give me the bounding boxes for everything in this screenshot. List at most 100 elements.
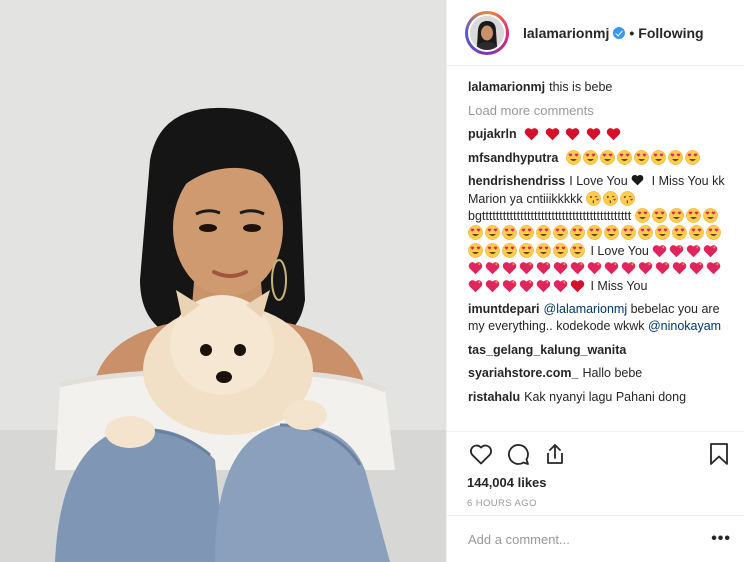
- heart-eyes-emoji-icon: [570, 225, 585, 241]
- heart-eyes-emoji-icon: [519, 225, 534, 241]
- header-username[interactable]: lalamarionmj: [523, 25, 609, 41]
- sparkling-heart-icon: [536, 261, 551, 275]
- comment-button[interactable]: [504, 440, 532, 468]
- heart-eyes-emoji-icon: [582, 149, 598, 165]
- heart-eyes-emoji-icon: [565, 149, 581, 165]
- comment-username[interactable]: mfsandhyputra: [468, 151, 558, 165]
- comment-text: Kak nyanyi lagu Pahani dong: [524, 389, 687, 404]
- post-photo[interactable]: [0, 0, 446, 562]
- header-text: lalamarionmj • Following: [523, 25, 704, 41]
- save-button[interactable]: [705, 440, 733, 468]
- heart-eyes-emoji-icon: [553, 242, 568, 258]
- heart-eyes-emoji-icon: [655, 225, 670, 241]
- kissing-face-emoji-icon: [620, 190, 635, 206]
- sparkling-heart-icon: [536, 279, 551, 293]
- heart-eyes-emoji-icon: [587, 225, 602, 241]
- kissing-face-emoji-icon: [586, 190, 601, 206]
- heart-eyes-emoji-icon: [706, 225, 721, 241]
- heart-eyes-emoji-icon: [689, 225, 704, 241]
- add-comment-bar: •••: [447, 515, 744, 562]
- heart-eyes-emoji-icon: [536, 225, 551, 241]
- sparkling-heart-icon: [672, 261, 687, 275]
- avatar[interactable]: [465, 10, 509, 55]
- sparkling-heart-icon: [468, 261, 483, 275]
- sparkling-heart-icon: [706, 261, 721, 275]
- sparkling-heart-icon: [553, 261, 568, 275]
- sparkling-heart-icon: [689, 261, 704, 275]
- comment-username[interactable]: ristahalu: [468, 390, 520, 404]
- list-item: ristahalu Kak nyanyi lagu Pahani dong: [468, 389, 735, 406]
- comment-text: Hallo bebe: [582, 366, 643, 381]
- caption-username[interactable]: lalamarionmj: [468, 80, 545, 94]
- avatar-image: [468, 13, 506, 52]
- mention-link[interactable]: @lalamarionmj: [544, 302, 628, 316]
- load-more-comments-button[interactable]: Load more comments: [468, 103, 735, 118]
- red-heart-icon: [524, 127, 539, 141]
- red-heart-icon: [586, 127, 601, 141]
- bookmark-icon: [710, 443, 728, 465]
- comment-username[interactable]: hendrishendriss: [468, 174, 565, 188]
- add-comment-input[interactable]: [468, 531, 698, 547]
- action-icons-row: [467, 440, 733, 468]
- sparkling-heart-icon: [652, 244, 667, 258]
- red-heart-icon: [606, 127, 621, 141]
- list-item: tas_gelang_kalung_wanita: [468, 342, 735, 359]
- following-button[interactable]: Following: [638, 25, 703, 41]
- caption-text: this is bebe: [549, 80, 613, 94]
- sparkling-heart-icon: [485, 279, 500, 293]
- heart-eyes-emoji-icon: [672, 225, 687, 241]
- comment-username[interactable]: syariahstore.com_: [468, 366, 578, 380]
- sparkling-heart-icon: [703, 244, 718, 258]
- post-header: lalamarionmj • Following: [447, 0, 744, 66]
- heart-emoji-group: [524, 127, 623, 141]
- sparkling-heart-icon: [519, 279, 534, 293]
- heart-eyes-emoji-icon: [536, 242, 551, 258]
- red-heart-icon: [565, 127, 580, 141]
- sparkling-heart-icon: [468, 279, 483, 293]
- heart-eyes-emoji-icon: [570, 242, 585, 258]
- likes-count[interactable]: 144,004 likes: [467, 475, 733, 490]
- heart-eyes-emoji-icon: [651, 208, 667, 223]
- heart-eyes-emoji-icon: [633, 149, 649, 165]
- share-button[interactable]: [541, 440, 569, 468]
- comment-username[interactable]: tas_gelang_kalung_wanita: [468, 343, 626, 357]
- list-item: imuntdepari @lalamarionmj bebelac you are…: [468, 301, 735, 336]
- comment-text: I Love You: [569, 174, 628, 189]
- heart-eyes-emoji-icon: [667, 149, 683, 165]
- comment-username[interactable]: pujakrln: [468, 127, 517, 141]
- sparkling-heart-icon: [686, 244, 701, 258]
- red-heart-icon: [545, 127, 560, 141]
- list-item: mfsandhyputra: [468, 149, 735, 167]
- mention-link[interactable]: @ninokayam: [648, 319, 721, 333]
- header-separator: •: [629, 24, 635, 41]
- heart-eyes-emoji-icon: [684, 149, 700, 165]
- more-options-button[interactable]: •••: [711, 530, 731, 548]
- sparkling-heart-icon: [553, 279, 568, 293]
- sparkling-heart-icon: [604, 261, 619, 275]
- like-button[interactable]: [467, 440, 495, 468]
- sparkling-heart-icon: [502, 261, 517, 275]
- heart-eyes-emoji-icon: [668, 208, 684, 223]
- list-item: hendrishendriss I Love You I Miss You kk …: [468, 173, 735, 295]
- sparkling-heart-icon: [587, 261, 602, 275]
- comment-username[interactable]: imuntdepari: [468, 302, 540, 316]
- heart-eyes-emoji-icon: [485, 242, 500, 258]
- kissing-face-emoji-icon: [603, 190, 618, 206]
- post-timestamp[interactable]: 6 HOURS AGO: [467, 498, 733, 509]
- post-side-panel: lalamarionmj • Following lalamarionmj thi…: [446, 0, 744, 562]
- speech-bubble-icon: [508, 444, 529, 465]
- sparkling-heart-icon: [519, 261, 534, 275]
- red-heart-icon: [570, 279, 585, 293]
- heart-eyes-emoji-icon: [616, 149, 632, 165]
- comments-list[interactable]: lalamarionmj this is bebe Load more comme…: [447, 67, 744, 430]
- heart-eyes-emoji-icon: [485, 225, 500, 241]
- heart-eyes-emoji-icon: [502, 225, 517, 241]
- heart-eyes-emoji-icon: [621, 225, 636, 241]
- heart-eyes-emoji-icon: [638, 225, 653, 241]
- heart-eyes-emoji-icon: [502, 242, 517, 258]
- list-item: syariahstore.com_ Hallo bebe: [468, 365, 735, 382]
- sparkling-heart-icon: [502, 279, 517, 293]
- comment-text: I Miss You: [590, 278, 648, 293]
- caption: lalamarionmj this is bebe: [468, 79, 735, 96]
- heart-outline-icon: [470, 444, 492, 465]
